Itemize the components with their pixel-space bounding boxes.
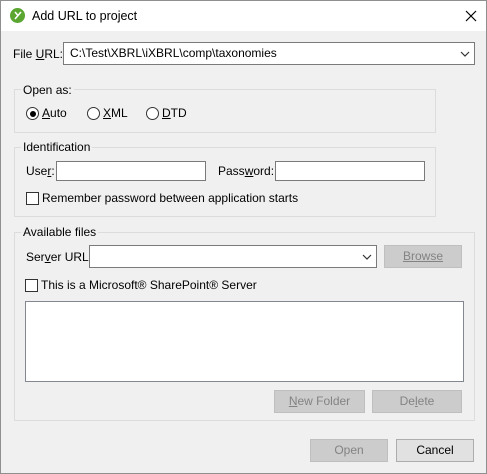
- radio-dtd-label[interactable]: DTD: [162, 106, 187, 120]
- title-bar: Add URL to project: [1, 1, 486, 31]
- close-icon: [465, 10, 477, 22]
- file-url-combobox[interactable]: C:\Test\XBRL\iXBRL\comp\taxonomies: [63, 42, 475, 65]
- password-input[interactable]: [275, 161, 425, 181]
- server-url-label: Server URL:: [26, 250, 93, 264]
- available-files-title: Available files: [21, 225, 99, 239]
- identification-group: [14, 147, 436, 217]
- radio-xml-label[interactable]: XML: [103, 106, 128, 120]
- user-label: User:: [26, 164, 55, 178]
- delete-button[interactable]: Delete: [372, 390, 462, 413]
- open-button[interactable]: Open: [310, 439, 388, 462]
- radio-auto-label[interactable]: Auto: [42, 106, 67, 120]
- browse-button[interactable]: Browse: [384, 245, 462, 268]
- remember-password-checkbox[interactable]: [26, 192, 39, 205]
- server-url-combobox[interactable]: [89, 245, 377, 268]
- file-url-label: File URL:: [13, 47, 64, 61]
- new-folder-button[interactable]: New Folder: [274, 390, 365, 413]
- open-as-group: [14, 89, 436, 133]
- identification-title: Identification: [21, 140, 93, 154]
- user-input[interactable]: [56, 161, 206, 181]
- radio-dtd[interactable]: [146, 107, 159, 120]
- sharepoint-checkbox[interactable]: [25, 279, 38, 292]
- sharepoint-label[interactable]: This is a Microsoft® SharePoint® Server: [41, 278, 257, 292]
- radio-auto[interactable]: [26, 107, 39, 120]
- app-logo-icon: [10, 8, 25, 23]
- remember-password-label[interactable]: Remember password between application st…: [42, 191, 298, 205]
- open-as-title: Open as:: [21, 83, 74, 97]
- available-files-list[interactable]: [25, 301, 464, 382]
- close-button[interactable]: [457, 3, 485, 29]
- chevron-down-icon: [460, 51, 470, 57]
- chevron-down-icon: [362, 254, 372, 260]
- dialog-title: Add URL to project: [32, 9, 138, 23]
- radio-xml[interactable]: [87, 107, 100, 120]
- cancel-button[interactable]: Cancel: [396, 439, 474, 462]
- file-url-value: C:\Test\XBRL\iXBRL\comp\taxonomies: [70, 46, 277, 60]
- add-url-dialog: Add URL to project File URL: C:\Test\XBR…: [0, 0, 487, 474]
- password-label: Password:: [218, 164, 275, 178]
